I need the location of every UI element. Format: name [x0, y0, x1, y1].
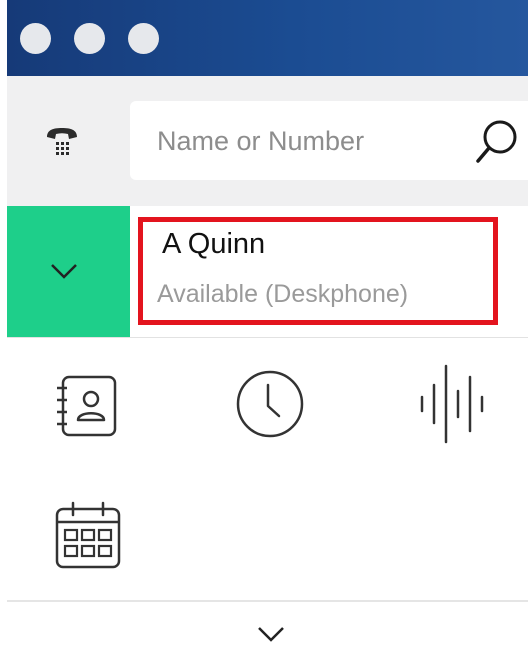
divider	[7, 600, 528, 602]
search-icon[interactable]	[475, 117, 519, 165]
chevron-down-icon	[51, 264, 77, 279]
dialpad-phone-icon[interactable]	[45, 125, 79, 157]
window-close-button[interactable]	[20, 23, 51, 54]
window-titlebar	[7, 0, 528, 76]
search-input[interactable]	[155, 101, 459, 182]
window-minimize-button[interactable]	[74, 23, 105, 54]
calendar-icon[interactable]	[54, 500, 122, 570]
recent-calls-clock-icon[interactable]	[235, 369, 305, 439]
divider	[7, 337, 528, 338]
user-name: A Quinn	[162, 228, 266, 260]
show-more-chevron-down-icon[interactable]	[257, 626, 285, 642]
window-maximize-button[interactable]	[128, 23, 159, 54]
presence-status[interactable]: Available (Deskphone)	[157, 280, 408, 309]
search-box	[130, 101, 528, 182]
contacts-icon[interactable]	[52, 374, 118, 440]
voicemail-waveform-icon[interactable]	[418, 363, 490, 445]
collapse-panel-button[interactable]	[7, 206, 130, 337]
